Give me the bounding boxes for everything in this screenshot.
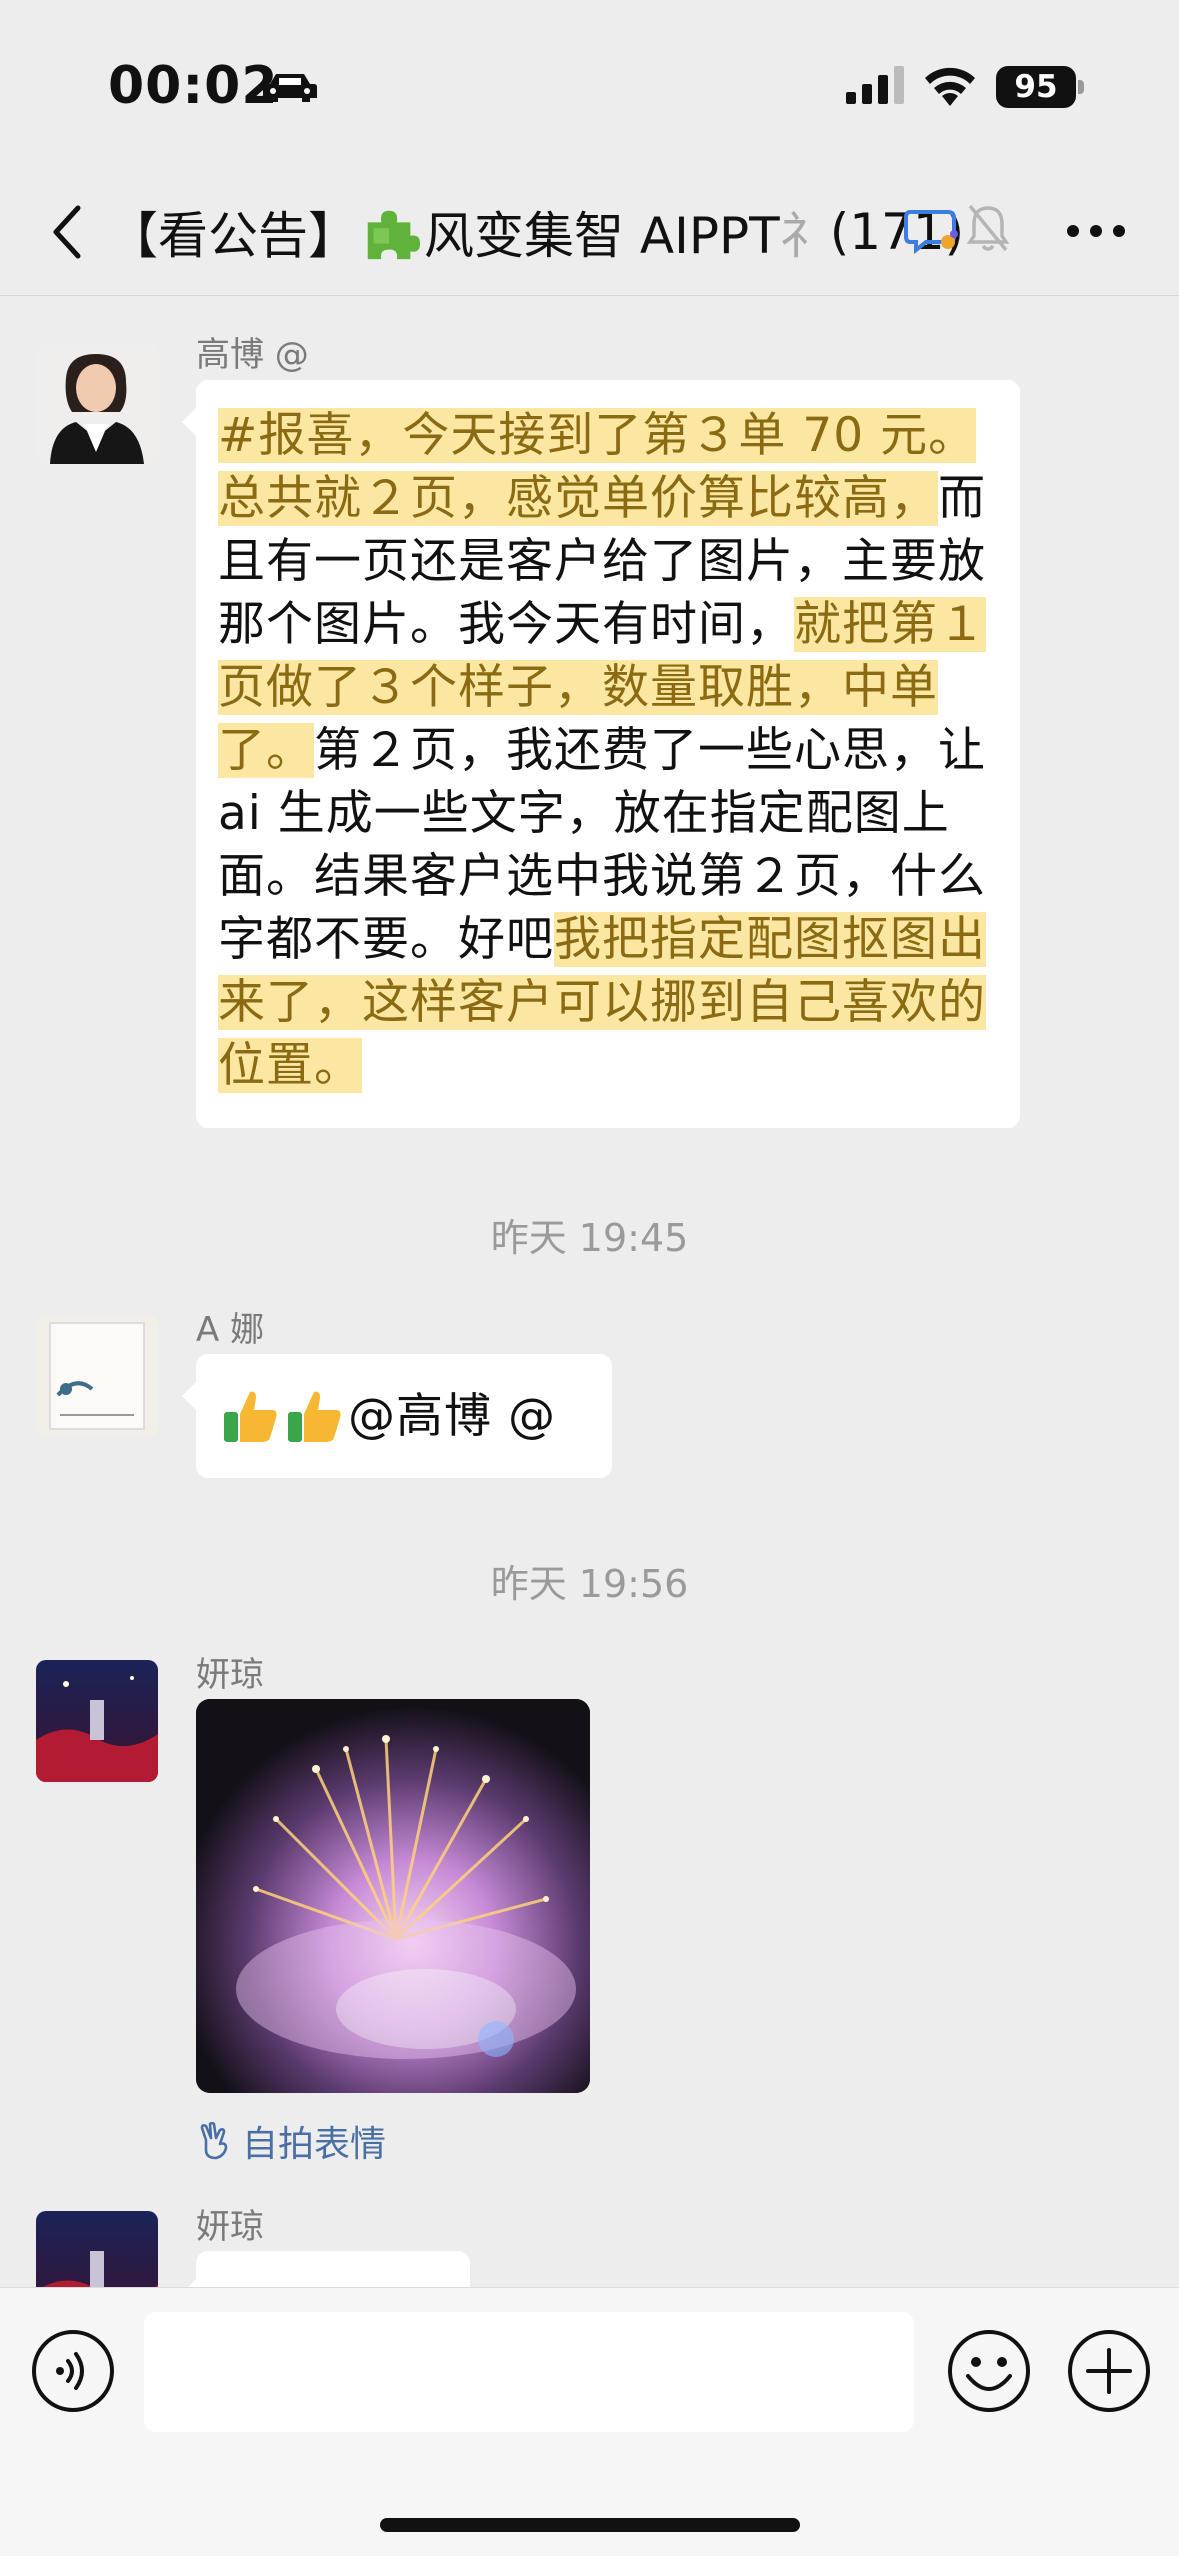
chat-title-fragment: 礻 (779, 207, 830, 265)
avatar-yanqiong-image (36, 1660, 158, 1782)
sender-name: 妍琼 (196, 2207, 264, 2247)
chat-title-name: 风变集智 AIPPT (424, 207, 780, 265)
sender-name: A 娜 (196, 1310, 265, 1350)
wifi-icon (925, 67, 975, 106)
avatar-gaobo-image (36, 342, 158, 464)
thumbs-up-icon (288, 1391, 341, 1442)
status-time: 00:02 (108, 56, 279, 116)
input-bar (0, 2287, 1179, 2556)
chat-header: 【看公告】 风变集智 AIPPT 礻 (171) (0, 170, 1179, 296)
chat-title-tag: 【看公告】 (108, 207, 358, 265)
selfie-hand-icon (200, 2122, 228, 2160)
voice-input-icon[interactable] (30, 2328, 116, 2414)
avatar-yanqiong[interactable] (36, 2211, 158, 2287)
message-input[interactable] (144, 2312, 914, 2432)
selfie-sticker-link[interactable]: 自拍表情 (198, 2115, 386, 2167)
avatar-gaobo[interactable] (36, 342, 158, 464)
sender-name: 高博 @ (196, 335, 309, 375)
status-bar: 00:02 95 (0, 0, 1179, 170)
avatar-a-na[interactable] (36, 1315, 158, 1437)
avatar-yanqiong[interactable] (36, 1660, 158, 1782)
car-icon (263, 74, 317, 102)
thumbs-up-icon (224, 1391, 277, 1442)
avatar-a-na-image (36, 1315, 158, 1437)
selfie-sticker-label: 自拍表情 (242, 2124, 387, 2165)
message-bubble[interactable]: #报喜，今天接到了第３单 70 元。总共就２页，感觉单价算比较高，而且有一页还是… (182, 380, 1020, 1128)
message-list[interactable]: 高博 @ #报喜，今天接到了第３单 70 元。总共就２页，感觉单价算比较高，而且… (0, 297, 1179, 2287)
message-bubble[interactable] (182, 2251, 470, 2287)
message-text: #报喜，今天接到了第３单 70 元。总共就２页，感觉单价算比较高，而且有一页还是… (218, 404, 998, 1097)
back-arrow-icon[interactable] (46, 200, 86, 264)
cellular-signal-icon (846, 66, 904, 104)
home-indicator (380, 2518, 800, 2532)
battery-tip (1078, 80, 1084, 94)
message-timestamp: 昨天 19:45 (490, 1216, 689, 1260)
chat-title[interactable]: 【看公告】 风变集智 AIPPT 礻 (171) (108, 196, 964, 268)
ai-chat-bubble-icon[interactable] (904, 206, 958, 254)
more-functions-plus-icon[interactable] (1066, 2328, 1152, 2414)
avatar-yanqiong-image (36, 2211, 158, 2287)
mute-bell-icon (966, 204, 1010, 252)
message-text: @高博 @ (348, 1388, 556, 1444)
sender-name: 妍琼 (196, 1655, 264, 1695)
emoji-icon[interactable] (946, 2328, 1032, 2414)
highlighted-text: #报喜，今天接到了第３单 70 元。总共就２页，感觉单价算比较高， (218, 408, 977, 526)
message-bubble[interactable]: @高博 @ (182, 1354, 612, 1478)
fireworks-image[interactable] (196, 1699, 590, 2093)
message-timestamp: 昨天 19:56 (490, 1562, 689, 1606)
battery-indicator: 95 (996, 66, 1076, 108)
more-options-icon[interactable] (1066, 224, 1126, 238)
fireworks-graphic (196, 1699, 590, 2093)
puzzle-piece-icon (367, 210, 421, 260)
